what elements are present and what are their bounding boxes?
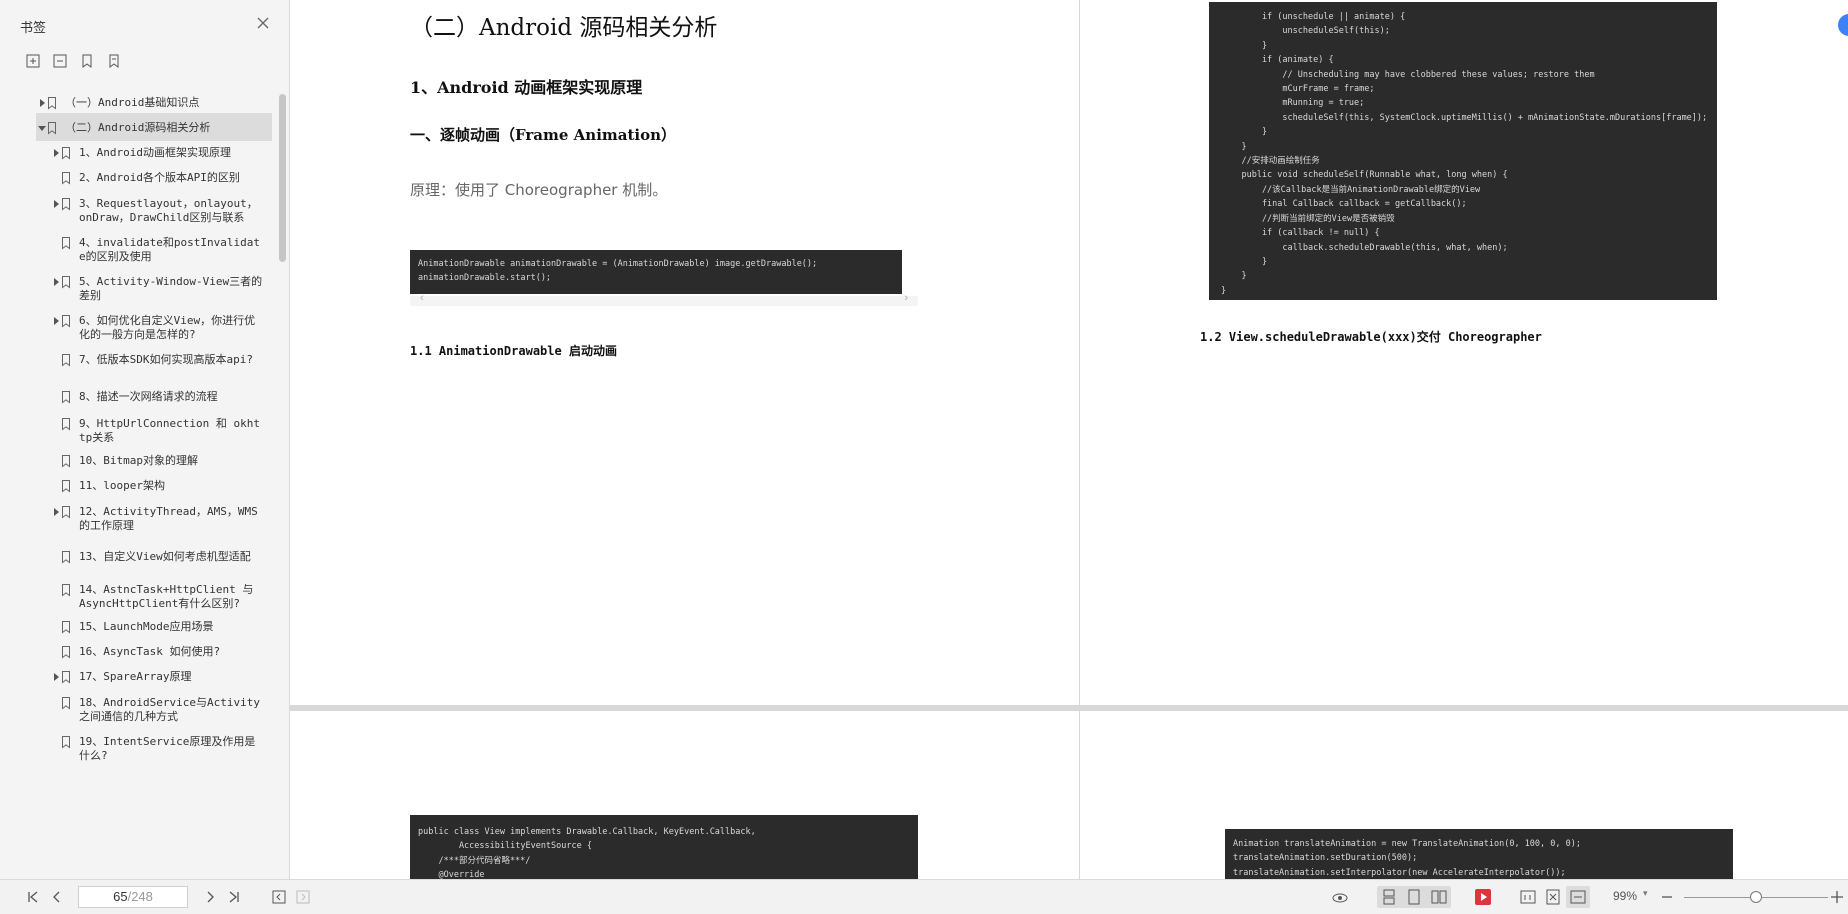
bookmark-icon xyxy=(62,646,70,659)
continuous-view-icon[interactable] xyxy=(1380,888,1398,906)
subsection-heading: 1、Android 动画框架实现原理 xyxy=(410,78,643,97)
bookmark-label: 11、looper架构 xyxy=(79,479,165,492)
caret-right-icon[interactable] xyxy=(51,314,61,328)
expand-all-icon[interactable] xyxy=(24,52,42,70)
caret-right-icon[interactable] xyxy=(37,96,47,110)
document-viewer: （二）Android 源码相关分析 1、Android 动画框架实现原理 一、逐… xyxy=(290,0,1848,879)
play-icon[interactable] xyxy=(1474,888,1492,906)
first-page-icon[interactable] xyxy=(24,888,42,906)
bookmark-icon xyxy=(62,584,70,597)
page-bottom-left: public class View implements Drawable.Ca… xyxy=(290,711,1079,879)
bookmark-icon xyxy=(62,418,70,431)
caret-right-icon[interactable] xyxy=(51,197,61,211)
bookmark-icon xyxy=(62,391,70,404)
zoom-slider-knob[interactable] xyxy=(1750,891,1762,903)
bookmark-label: 19、IntentService原理及作用是什么? xyxy=(79,735,256,762)
bookmark-label: 8、描述一次网络请求的流程 xyxy=(79,390,218,403)
bookmark-label: 16、AsyncTask 如何使用? xyxy=(79,645,221,658)
bookmark-icon xyxy=(62,480,70,493)
page-left: （二）Android 源码相关分析 1、Android 动画框架实现原理 一、逐… xyxy=(290,0,1079,705)
caret-down-icon[interactable] xyxy=(37,121,47,135)
bookmark-label: 1、Android动画框架实现原理 xyxy=(79,146,231,159)
bookmark-icon xyxy=(62,736,70,749)
code-block: Animation translateAnimation = new Trans… xyxy=(1225,829,1733,879)
bookmark-label: 17、SpareArray原理 xyxy=(79,670,192,683)
caret-right-icon[interactable] xyxy=(51,505,61,519)
forward-icon[interactable] xyxy=(294,888,312,906)
topic-heading: 一、逐帧动画（Frame Animation） xyxy=(410,126,677,144)
zoom-level[interactable]: 99% xyxy=(1613,889,1637,903)
caret-right-icon[interactable] xyxy=(51,275,61,289)
bookmark-panel-header: 书签 xyxy=(0,0,289,50)
figure-caption: 1.1 AnimationDrawable 启动动画 xyxy=(410,344,617,358)
bookmark-label: 10、Bitmap对象的理解 xyxy=(79,454,198,467)
bookmark-label: 9、HttpUrlConnection 和 okhttp关系 xyxy=(79,417,260,444)
zoom-out-icon[interactable] xyxy=(1658,888,1676,906)
close-icon[interactable] xyxy=(255,15,271,31)
bookmark-outline-icon[interactable] xyxy=(105,52,123,70)
bookmark-label: 12、ActivityThread，AMS，WMS的工作原理 xyxy=(79,505,258,532)
bookmark-icon xyxy=(62,147,70,160)
status-bar: 65/248 99% ▾ xyxy=(0,879,1848,914)
bookmark-label: 13、自定义View如何考虑机型适配 xyxy=(79,550,251,563)
bookmark-label: 6、如何优化自定义View，你进行优化的一般方向是怎样的? xyxy=(79,314,256,341)
code-block: if (unschedule || animate) { unscheduleS… xyxy=(1209,2,1717,300)
bookmark-label: 3、Requestlayout，onlayout，onDraw，DrawChil… xyxy=(79,197,258,224)
scroll-right-icon[interactable]: › xyxy=(904,292,908,304)
bookmark-icon xyxy=(62,276,70,289)
bookmark-tree: （一）Android基础知识点 （二）Android源码相关分析 1、Android… xyxy=(0,84,280,879)
bookmark-icon xyxy=(62,315,70,328)
add-bookmark-icon[interactable] xyxy=(78,52,96,70)
bookmark-label: （二）Android源码相关分析 xyxy=(65,121,211,134)
zoom-in-icon[interactable] xyxy=(1828,888,1846,906)
paragraph: 原理：使用了 Choreographer 机制。 xyxy=(410,181,668,199)
page-bottom-right: Animation translateAnimation = new Trans… xyxy=(1080,711,1848,879)
bookmark-label: 2、Android各个版本API的区别 xyxy=(79,171,240,184)
bookmark-icon xyxy=(62,551,70,564)
bookmark-icon xyxy=(48,122,56,135)
actual-size-icon[interactable] xyxy=(1519,888,1537,906)
bookmark-label: 18、AndroidService与Activity之间通信的几种方式 xyxy=(79,696,260,723)
fit-page-icon[interactable] xyxy=(1544,888,1562,906)
bookmark-icon xyxy=(62,671,70,684)
bookmark-icon xyxy=(62,354,70,367)
bookmark-panel-title: 书签 xyxy=(20,21,47,36)
bookmark-label: 15、LaunchMode应用场景 xyxy=(79,620,214,633)
bookmark-icon xyxy=(62,237,70,250)
bookmark-icon xyxy=(62,506,70,519)
code-block: AnimationDrawable animationDrawable = (A… xyxy=(410,250,902,294)
page-right: if (unschedule || animate) { unscheduleS… xyxy=(1080,0,1848,705)
last-page-icon[interactable] xyxy=(225,888,243,906)
bookmark-icon xyxy=(62,697,70,710)
scroll-left-icon[interactable]: ‹ xyxy=(420,292,424,304)
bookmark-label: 14、AstncTask+HttpClient 与 AsyncHttpClien… xyxy=(79,583,254,610)
caret-right-icon[interactable] xyxy=(51,670,61,684)
bookmark-label: 7、低版本SDK如何实现高版本api? xyxy=(79,353,253,366)
section-heading: （二）Android 源码相关分析 xyxy=(410,15,718,41)
bookmark-label: （一）Android基础知识点 xyxy=(65,96,200,109)
bookmark-icon xyxy=(62,621,70,634)
code-block: public class View implements Drawable.Ca… xyxy=(410,815,918,879)
single-page-icon[interactable] xyxy=(1405,888,1423,906)
eye-icon[interactable] xyxy=(1331,888,1349,906)
back-icon[interactable] xyxy=(270,888,288,906)
bookmark-icon xyxy=(48,97,56,110)
bookmark-label: 4、invalidate和postInvalidate的区别及使用 xyxy=(79,236,260,263)
collapse-all-icon[interactable] xyxy=(51,52,69,70)
caret-right-icon[interactable] xyxy=(51,146,61,160)
fit-width-icon[interactable] xyxy=(1569,888,1587,906)
sidebar-scrollbar[interactable] xyxy=(279,94,286,262)
bookmark-icon xyxy=(62,172,70,185)
bookmark-icon xyxy=(62,198,70,211)
code-scrollbar[interactable]: ‹ › xyxy=(410,292,918,306)
prev-page-icon[interactable] xyxy=(48,888,66,906)
page-number-input[interactable]: 65/248 xyxy=(78,886,188,908)
zoom-dropdown-icon[interactable]: ▾ xyxy=(1643,888,1648,899)
next-page-icon[interactable] xyxy=(201,888,219,906)
two-page-icon[interactable] xyxy=(1430,888,1448,906)
bookmark-label: 5、Activity-Window-View三者的差别 xyxy=(79,275,263,302)
bookmark-panel: 书签 （一）Android基础知识点 （二）Android源码相关分析 1、Andr… xyxy=(0,0,290,879)
figure-caption: 1.2 View.scheduleDrawable(xxx)交付 Choreog… xyxy=(1200,330,1542,344)
bookmark-icon xyxy=(62,455,70,468)
